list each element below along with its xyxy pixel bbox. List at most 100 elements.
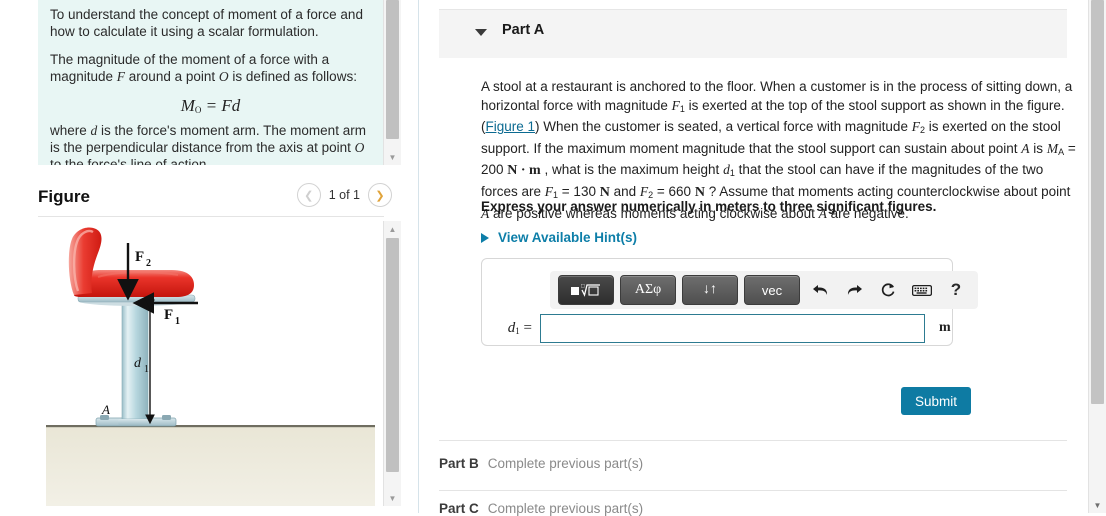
reset-icon[interactable] (874, 277, 902, 303)
greek-symbols-button[interactable]: ΑΣφ (620, 275, 676, 305)
scroll-down-arrow[interactable]: ▼ (1089, 497, 1106, 513)
scrollbar-thumb[interactable] (386, 0, 399, 139)
left-panel: To understand the concept of moment of a… (0, 0, 420, 513)
figure-header: Figure ❮ 1 of 1 ❯ (38, 183, 398, 215)
var-O2: O (354, 140, 365, 155)
radical-template-icon: □ (571, 284, 600, 297)
eq-M: M (180, 96, 195, 115)
caret-right-icon[interactable] (481, 232, 489, 243)
answer-equals: = (523, 319, 532, 336)
svg-text:F: F (164, 307, 173, 323)
explanation-3: to the force's line of action. (50, 157, 211, 165)
part-b-divider (439, 440, 1067, 441)
unit-newton-1: N (599, 184, 610, 200)
unit-newton-2: N (694, 184, 705, 200)
var-F2-b: F (639, 183, 649, 199)
figure-pager: ❮ 1 of 1 ❯ (296, 183, 392, 207)
part-c-status: Complete previous part(s) (487, 501, 644, 516)
scroll-up-arrow[interactable]: ▲ (384, 221, 401, 237)
figure-divider (38, 216, 384, 217)
part-b-row[interactable]: Part B Complete previous part(s) (439, 456, 643, 471)
problem-seg-12: ? Assume that moments acting countercloc… (704, 183, 1071, 199)
scroll-down-arrow[interactable]: ▼ (384, 490, 401, 506)
part-b-label: Part B (439, 456, 479, 471)
definition-post: is defined as follows: (228, 69, 357, 84)
right-panel: Part A A stool at a restaurant is anchor… (419, 0, 1089, 516)
figure-1-link[interactable]: Figure 1 (486, 119, 536, 134)
answer-box: □ ΑΣφ ↓↑ vec ? d1 = m (481, 258, 978, 346)
redo-glyph (847, 284, 862, 295)
svg-text:□: □ (581, 284, 585, 290)
explanation-1: where (50, 123, 91, 138)
svg-text:2: 2 (146, 258, 151, 269)
view-hints-link[interactable]: View Available Hint(s) (481, 230, 637, 245)
math-toolbar: □ ΑΣφ ↓↑ vec ? (550, 271, 978, 309)
chevron-left-icon[interactable]: ❮ (296, 183, 321, 207)
problem-seg-10: and (609, 183, 640, 199)
scroll-down-arrow[interactable]: ▼ (384, 149, 401, 165)
chevron-right-icon[interactable]: ❯ (368, 183, 392, 207)
figure-image: F 2 F 1 d 1 A (38, 221, 383, 506)
introduction-scrollbar[interactable]: ▼ (383, 0, 401, 165)
help-icon[interactable]: ? (942, 277, 970, 303)
problem-seg-3: ) When the customer is seated, a vertica… (535, 119, 912, 135)
keyboard-glyph (912, 284, 932, 296)
template-radical-button[interactable]: □ (558, 275, 614, 305)
redo-icon[interactable] (840, 277, 868, 303)
arrows-button[interactable]: ↓↑ (682, 275, 738, 305)
moment-equation: MO = Fd (50, 96, 371, 116)
undo-icon[interactable] (806, 277, 834, 303)
learning-goal-text: To understand the concept of moment of a… (50, 7, 363, 39)
svg-text:1: 1 (144, 364, 149, 375)
var-F1-a: F (671, 97, 680, 113)
svg-text:A: A (101, 402, 110, 417)
figure-title: Figure (38, 187, 90, 206)
answer-variable-label: d1 = (482, 320, 540, 337)
part-b-status: Complete previous part(s) (487, 456, 644, 471)
eq-rhs: = Fd (205, 96, 241, 115)
svg-text:1: 1 (175, 316, 180, 327)
figure-scrollbar[interactable]: ▲ ▼ (383, 221, 401, 506)
stool-diagram-svg: F 2 F 1 d 1 A (46, 227, 375, 506)
part-a-header[interactable]: Part A (439, 9, 1067, 58)
var-F: F (116, 69, 126, 84)
answer-unit: m (939, 320, 951, 335)
svg-text:d: d (134, 356, 142, 371)
definition-mid: around a point (125, 69, 219, 84)
problem-seg-11: = 660 (653, 183, 695, 199)
problem-seg-7: , what is the maximum height (540, 162, 724, 178)
submit-button[interactable]: Submit (901, 387, 971, 415)
page-scrollbar[interactable]: ▼ (1088, 0, 1106, 513)
part-c-divider (439, 490, 1067, 491)
var-d1: d (723, 162, 730, 178)
answer-row: d1 = m (482, 311, 952, 345)
answer-instruction: Express your answer numerically in meter… (481, 199, 937, 214)
svg-text:F: F (135, 249, 144, 265)
var-F1-b: F (544, 183, 554, 199)
part-c-label: Part C (439, 501, 479, 516)
definition-text: The magnitude of the moment of a force w… (50, 51, 371, 85)
problem-seg-5: is (1029, 140, 1047, 156)
moment-arm-text: where d is the force's moment arm. The m… (50, 122, 371, 165)
keyboard-icon[interactable] (908, 277, 936, 303)
var-MA: M (1046, 140, 1059, 156)
reset-glyph (881, 283, 895, 297)
vector-button[interactable]: vec (744, 275, 800, 305)
point-A-1: A (1021, 140, 1030, 156)
page-root: To understand the concept of moment of a… (0, 0, 1106, 516)
var-O: O (218, 69, 229, 84)
figure-page-label: 1 of 1 (328, 188, 360, 202)
introduction-panel: To understand the concept of moment of a… (38, 0, 383, 165)
eq-M-sub: O (194, 105, 202, 115)
var-F2-a: F (911, 119, 920, 135)
scrollbar-thumb[interactable] (1091, 0, 1104, 404)
view-hints-label: View Available Hint(s) (498, 230, 638, 245)
scrollbar-thumb[interactable] (386, 238, 399, 472)
unit-newton-meter: N · m (507, 163, 541, 179)
explanation-2: is the force's moment arm. The moment ar… (50, 123, 366, 155)
part-c-row[interactable]: Part C Complete previous part(s) (439, 501, 643, 516)
answer-input[interactable] (540, 313, 925, 343)
caret-down-icon[interactable] (475, 29, 487, 36)
answer-var-sub: 1 (515, 325, 520, 336)
part-a-label: Part A (502, 22, 545, 38)
